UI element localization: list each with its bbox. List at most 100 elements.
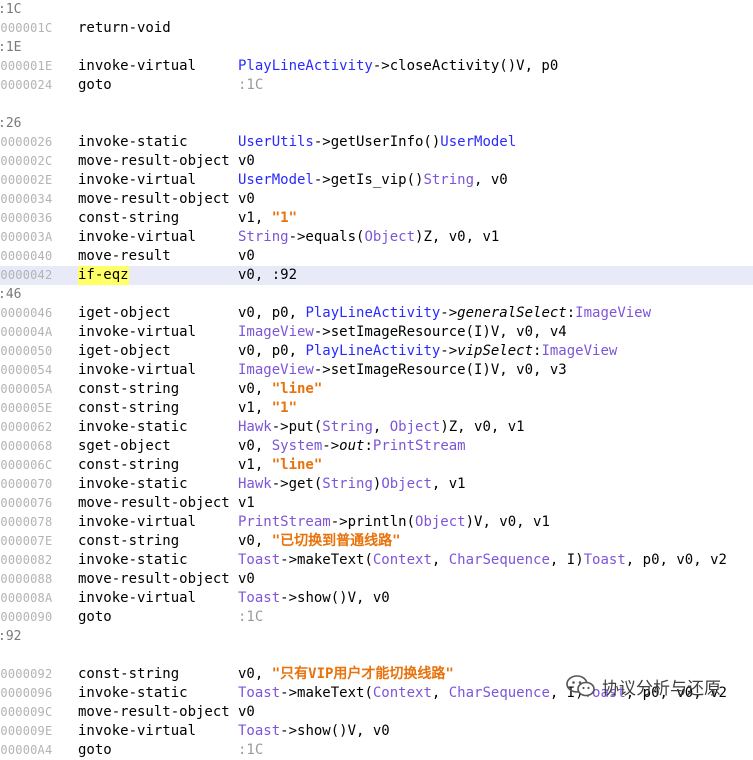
opcode: invoke-static	[78, 476, 188, 492]
operands: v1, "1"	[238, 399, 297, 418]
code-label: :1C	[0, 2, 22, 17]
instruction-line: 00000070 invoke-static Hawk->get(String)Ob…	[0, 475, 753, 494]
watermark: 协议分析与还原	[566, 672, 721, 700]
operand-text: ->makeText(	[280, 685, 373, 701]
operands: PlayLineActivity->closeActivity()V, p0	[238, 57, 558, 76]
opcode: invoke-static	[78, 419, 188, 435]
opcode: invoke-virtual	[78, 172, 197, 188]
instruction-line: 00000082invoke-staticToast->makeText(Con…	[0, 551, 753, 570]
instruction-address: 00000046	[0, 306, 53, 320]
instruction-line: 0000006C const-string v1, "line"	[0, 456, 753, 475]
type-ref: Hawk	[238, 419, 272, 435]
field-name: vipSelect	[457, 343, 534, 359]
instruction-line: 0000008A invoke-virtual Toast->show()V, v0	[0, 589, 753, 608]
opcode: move-result-object	[78, 704, 230, 720]
operands: v1, "1"	[238, 209, 297, 228]
operands: v0, "只有VIP用户才能切换线路"	[238, 665, 454, 684]
operand-text: v0,	[238, 438, 272, 454]
string-literal: "1"	[271, 400, 298, 416]
field-name: generalSelect	[457, 305, 567, 321]
watermark-text: 协议分析与还原	[602, 678, 721, 699]
operand-text: v1,	[238, 457, 272, 473]
instruction-line: 00000088 move-result-object v0	[0, 570, 753, 589]
instruction-address: 00000024	[0, 78, 53, 92]
operands: ImageView->setImageResource(I)V, v0, v3	[238, 361, 567, 380]
operands: UserUtils->getUserInfo()UserModel	[238, 133, 516, 152]
instruction-line: 00000024 goto:1C	[0, 76, 753, 95]
code-label-line: :1C	[0, 0, 753, 19]
operands: Toast->show()V, v0	[238, 722, 390, 741]
instruction-address: 0000004A	[0, 325, 53, 339]
code-label-line: :26	[0, 114, 753, 133]
instruction-line: 00000050 iget-object v0, p0, PlayLineActiv…	[0, 342, 753, 361]
operands: v1, "line"	[238, 456, 322, 475]
opcode: move-result	[78, 248, 171, 264]
opcode: move-result-object	[78, 153, 230, 169]
class-ref: PlayLineActivity	[305, 343, 441, 359]
operand-text: ->setImageResource(I)V, v0, v3	[313, 362, 567, 378]
type-ref: ImageView	[238, 324, 314, 340]
opcode: return-void	[78, 20, 171, 36]
instruction-address: 00000092	[0, 667, 53, 681]
opcode: goto	[78, 77, 112, 93]
instruction-address: 0000009C	[0, 705, 53, 719]
opcode: invoke-static	[78, 685, 188, 701]
type-ref: String	[238, 229, 289, 245]
operands: v0, System->out:PrintStream	[238, 437, 466, 456]
opcode: iget-object	[78, 343, 171, 359]
string-literal: "line"	[271, 381, 323, 397]
instruction-line: 00000042 if-eqz v0, :92	[0, 266, 753, 285]
operands: v0, "已切换到普通线路"	[238, 532, 401, 551]
operand-text: v0, :92	[238, 267, 298, 283]
operand-text: v0	[238, 191, 255, 207]
code-label-line: :1E	[0, 38, 753, 57]
opcode: const-string	[78, 400, 180, 416]
operands: Hawk->put(String, Object)Z, v0, v1	[238, 418, 525, 437]
type-ref: Toast	[238, 723, 281, 739]
smali-code-listing: :1C 0000001C return-void:1E 0000001E invoke-…	[0, 0, 753, 760]
class-ref: PlayLineActivity	[238, 58, 373, 74]
type-ref: String	[322, 419, 373, 435]
instruction-address: 00000034	[0, 192, 53, 206]
wechat-icon	[566, 674, 596, 698]
type-ref: Toast	[238, 590, 281, 606]
type-ref: Object	[389, 419, 441, 435]
operand-text: v1,	[238, 400, 272, 416]
opcode: goto	[78, 742, 112, 758]
operand-text: )V, v0, v1	[465, 514, 550, 530]
class-ref: PlayLineActivity	[305, 305, 441, 321]
operand-text: ->get(	[271, 476, 323, 492]
class-ref: UserModel	[238, 172, 314, 188]
opcode: const-string	[78, 381, 180, 397]
instruction-line: 00000034 move-result-object v0	[0, 190, 753, 209]
instruction-address: 00000050	[0, 344, 53, 358]
instruction-line: 0000009C move-result-object v0	[0, 703, 753, 722]
instruction-line: 0000005A const-string v0, "line"	[0, 380, 753, 399]
operand-text: )Z, v0, v1	[415, 229, 500, 245]
operand-text: ->equals(	[288, 229, 365, 245]
operand-text: v0, p0,	[238, 305, 306, 321]
instruction-address: 00000090	[0, 610, 53, 624]
type-ref: PrintStream	[238, 514, 331, 530]
operand-text: ->closeActivity()V, p0	[372, 58, 559, 74]
instruction-line: 000000A4 goto:1C	[0, 741, 753, 760]
type-ref: Hawk	[238, 476, 272, 492]
opcode: invoke-static	[78, 552, 188, 568]
operands: v0, "line"	[238, 380, 322, 399]
operand-text: v0,	[238, 666, 272, 682]
opcode: const-string	[78, 666, 180, 682]
jump-label: :1C	[238, 609, 264, 625]
type-ref: Toast	[238, 552, 281, 568]
instruction-line: 00000068 sget-object v0, System->out:Print…	[0, 437, 753, 456]
instruction-line: 0000004A invoke-virtual ImageView->setImag…	[0, 323, 753, 342]
operand-text: ->	[440, 343, 458, 359]
instruction-line: 0000005E const-string v1, "1"	[0, 399, 753, 418]
instruction-line: 00000090 goto:1C	[0, 608, 753, 627]
operands: :1C	[238, 608, 263, 627]
instruction-address: 00000082	[0, 553, 53, 567]
instruction-line: 0000007E const-string v0, "已切换到普通线路"	[0, 532, 753, 551]
opcode: invoke-virtual	[78, 229, 197, 245]
string-literal: "只有VIP用户才能切换线路"	[271, 666, 454, 682]
code-label: :46	[0, 287, 22, 302]
operands: v0	[238, 247, 255, 266]
